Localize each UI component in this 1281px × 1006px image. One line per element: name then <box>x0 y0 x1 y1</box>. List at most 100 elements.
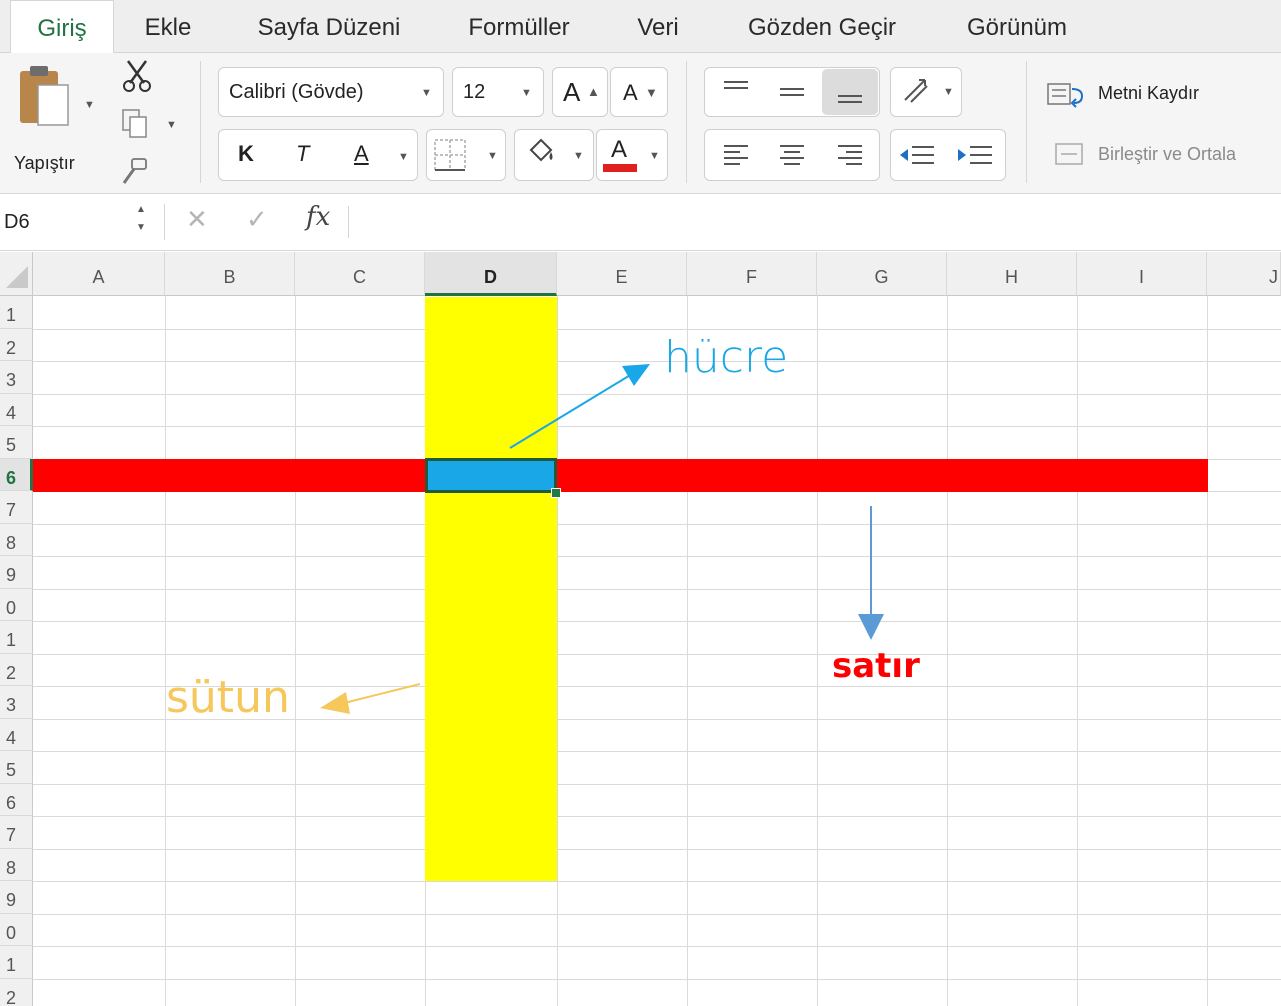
column-header-h[interactable]: H <box>947 252 1077 296</box>
column-header-f[interactable]: F <box>687 252 817 296</box>
row-header-8[interactable]: 8 <box>0 524 33 556</box>
row-header-4[interactable]: 4 <box>0 394 33 426</box>
font-color-button[interactable]: A ▼ <box>596 129 668 181</box>
tab-giris[interactable]: Giriş <box>10 0 114 54</box>
align-bottom-icon <box>838 95 862 103</box>
shrink-font-letter: A <box>623 80 638 105</box>
text-orientation-icon <box>904 79 928 103</box>
format-painter-icon[interactable] <box>120 157 150 187</box>
formula-input[interactable] <box>358 204 1262 240</box>
row-header-18[interactable]: 8 <box>0 849 33 881</box>
cut-icon[interactable] <box>122 59 152 93</box>
font-name-select[interactable]: Calibri (Gövde) ▼ <box>218 67 444 117</box>
paste-dropdown-caret[interactable]: ▼ <box>84 99 95 111</box>
column-header-b[interactable]: B <box>165 252 295 296</box>
row-header-10[interactable]: 0 <box>0 589 33 621</box>
gridline <box>33 654 1281 655</box>
column-header-i[interactable]: I <box>1077 252 1207 296</box>
underline-button[interactable]: A <box>354 141 369 167</box>
orientation-button[interactable]: ▼ <box>890 67 962 117</box>
merge-cells-icon <box>1055 143 1083 165</box>
select-all-corner[interactable] <box>0 252 33 296</box>
formula-bar-separator <box>164 204 165 240</box>
paste-button[interactable]: ▼ Yapıştır <box>8 63 98 183</box>
row-header-3[interactable]: 3 <box>0 361 33 394</box>
spreadsheet-grid: A B C D E F G H I J 1 2 3 4 5 6 7 8 9 0 … <box>0 252 1281 1006</box>
grow-font-button[interactable]: A ▲ <box>552 67 608 117</box>
row-header-20[interactable]: 0 <box>0 914 33 946</box>
row-header-5[interactable]: 5 <box>0 426 33 459</box>
increase-indent-icon[interactable] <box>956 143 996 167</box>
row-header-12[interactable]: 2 <box>0 654 33 686</box>
column-header-a[interactable]: A <box>33 252 165 296</box>
column-header-g[interactable]: G <box>817 252 947 296</box>
tab-formuller[interactable]: Formüller <box>448 0 590 52</box>
ribbon-tab-bar: Giriş Ekle Sayfa Düzeni Formüller Veri G… <box>0 0 1281 54</box>
name-box-stepper[interactable]: ▲ ▼ <box>134 202 150 242</box>
column-header-c[interactable]: C <box>295 252 425 296</box>
row-header-21[interactable]: 1 <box>0 946 33 979</box>
align-right-icon[interactable] <box>836 143 864 167</box>
selected-cell-d6[interactable] <box>425 458 557 493</box>
copy-dropdown-caret[interactable]: ▼ <box>166 119 177 131</box>
tab-veri[interactable]: Veri <box>620 0 696 52</box>
row-header-1[interactable]: 1 <box>0 296 33 329</box>
row-header-13[interactable]: 3 <box>0 686 33 719</box>
row-header-9[interactable]: 9 <box>0 556 33 589</box>
chevron-down-icon: ▼ <box>521 87 532 99</box>
tab-gozden-gecir[interactable]: Gözden Geçir <box>722 0 922 52</box>
fill-handle[interactable] <box>551 488 561 498</box>
column-header-j[interactable]: J <box>1207 252 1281 296</box>
merge-center-button[interactable]: Birleştir ve Ortala <box>1054 139 1280 173</box>
align-left-icon[interactable] <box>722 143 750 167</box>
align-bottom-button[interactable] <box>822 69 878 115</box>
gridline <box>33 556 1281 557</box>
insert-function-icon[interactable]: fx <box>306 202 330 232</box>
wrap-text-icon <box>1047 83 1084 108</box>
row-header-16[interactable]: 6 <box>0 784 33 816</box>
tab-gorunum[interactable]: Görünüm <box>948 0 1086 52</box>
bold-button[interactable]: K <box>238 141 254 167</box>
column-header-d[interactable]: D <box>425 252 557 296</box>
row-header-7[interactable]: 7 <box>0 491 33 524</box>
enter-icon[interactable]: ✓ <box>246 204 268 235</box>
borders-button[interactable]: ▼ <box>426 129 506 181</box>
row-header-17[interactable]: 7 <box>0 816 33 849</box>
wrap-text-button[interactable]: Metni Kaydır <box>1046 77 1276 111</box>
shrink-font-button[interactable]: A ▼ <box>610 67 668 117</box>
align-center-icon[interactable] <box>778 143 806 167</box>
chevron-down-icon: ▼ <box>487 150 498 162</box>
row-header-14[interactable]: 4 <box>0 719 33 751</box>
cancel-icon[interactable]: ✕ <box>186 204 208 235</box>
row-header-11[interactable]: 1 <box>0 621 33 654</box>
decrease-indent-icon[interactable] <box>898 143 938 167</box>
fill-color-button[interactable]: ▼ <box>514 129 594 181</box>
align-top-icon[interactable] <box>722 79 750 105</box>
font-color-swatch <box>603 164 637 172</box>
gridline <box>33 524 1281 525</box>
row-header-22[interactable]: 2 <box>0 979 33 1006</box>
chevron-down-icon: ▼ <box>573 150 584 162</box>
ribbon-separator <box>686 61 687 183</box>
clipboard-icon <box>20 66 69 126</box>
ribbon-separator <box>1026 61 1027 183</box>
chevron-down-icon: ▼ <box>943 86 954 98</box>
cell-arrowhead <box>622 364 650 386</box>
align-middle-icon[interactable] <box>778 79 806 105</box>
font-size-select[interactable]: 12 ▼ <box>452 67 544 117</box>
paint-bucket-icon <box>527 138 553 169</box>
underline-dropdown-caret[interactable]: ▼ <box>398 151 409 163</box>
column-header-e[interactable]: E <box>557 252 687 296</box>
italic-button[interactable]: T <box>296 141 309 167</box>
ribbon: ▼ Yapıştır ▼ Calibri (Gövde) ▼ 12 ▼ A ▲ … <box>0 53 1281 194</box>
row-header-19[interactable]: 9 <box>0 881 33 914</box>
tab-ekle[interactable]: Ekle <box>128 0 208 52</box>
row-header-2[interactable]: 2 <box>0 329 33 361</box>
copy-icon[interactable] <box>120 107 150 141</box>
name-box[interactable] <box>2 204 126 240</box>
row-header-6[interactable]: 6 <box>0 459 33 491</box>
tab-sayfa-duzeni[interactable]: Sayfa Düzeni <box>236 0 422 52</box>
cell-annotation-label: hücre <box>664 332 789 383</box>
row-header-15[interactable]: 5 <box>0 751 33 784</box>
chevron-down-icon: ▼ <box>136 222 146 233</box>
